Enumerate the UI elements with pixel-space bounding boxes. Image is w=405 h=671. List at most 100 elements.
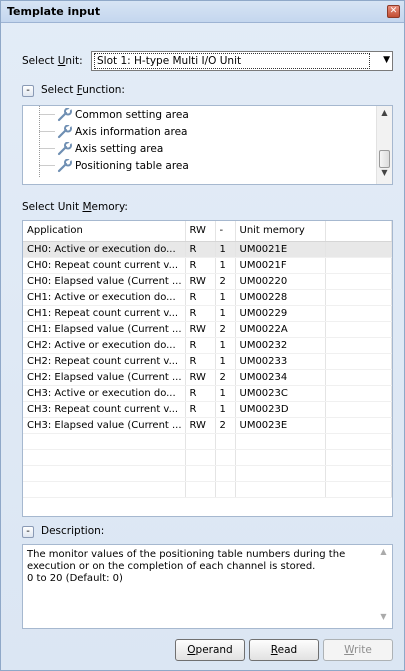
write-rest: rite <box>354 644 372 656</box>
function-tree-scrollbar[interactable]: ▲ ▼ <box>376 106 392 184</box>
cell-size <box>215 433 236 450</box>
cell-unit-memory: UM00233 <box>235 353 326 370</box>
table-row[interactable]: CH0: Repeat count current v... R 1 UM0021F <box>23 257 392 274</box>
tree-item-axis-information-area[interactable]: Axis information area <box>75 124 187 140</box>
column-header-unit-memory[interactable]: Unit memory <box>235 221 326 242</box>
table-header-row: Application RW - Unit memory <box>23 221 392 242</box>
cell-unit-memory <box>235 465 326 482</box>
template-input-dialog: Template input ✕ Select Unit: Slot 1: H-… <box>0 0 405 671</box>
write-button[interactable]: Write <box>323 639 393 661</box>
tree-item-positioning-table-area[interactable]: Positioning table area <box>75 158 189 174</box>
cell-rw: R <box>185 353 216 370</box>
unit-label-suffix: nit: <box>65 55 83 67</box>
cell-filler <box>325 337 392 354</box>
cell-size: 1 <box>215 257 236 274</box>
tree-item-common-setting-area[interactable]: Common setting area <box>75 107 189 123</box>
cell-rw: R <box>185 257 216 274</box>
table-row[interactable]: CH3: Elapsed value (Current ... RW 2 UM0023… <box>23 417 392 434</box>
unit-memory-table[interactable]: Application RW - Unit memory CH0: Active… <box>22 220 393 517</box>
cell-application: CH2: Repeat count current v... <box>23 353 186 370</box>
operand-rest: perand <box>195 644 233 656</box>
operand-key: O <box>187 644 196 656</box>
cell-unit-memory: UM0021F <box>235 257 326 274</box>
table-row[interactable]: CH2: Active or execution do... R 1 UM00232 <box>23 337 392 354</box>
cell-unit-memory: UM00234 <box>235 369 326 386</box>
cell-application <box>23 465 186 482</box>
cell-size: 1 <box>215 385 236 402</box>
scroll-thumb[interactable] <box>379 150 390 168</box>
cell-application: CH2: Active or execution do... <box>23 337 186 354</box>
scroll-down-icon[interactable]: ▼ <box>376 612 391 626</box>
cell-rw: RW <box>185 321 216 338</box>
empty-table-row[interactable] <box>23 481 392 498</box>
cell-rw: RW <box>185 273 216 290</box>
table-row[interactable]: CH1: Elapsed value (Current ... RW 2 UM0022… <box>23 321 392 338</box>
table-row[interactable]: CH0: Active or execution do... R 1 UM0021E <box>23 241 392 258</box>
cell-filler <box>325 369 392 386</box>
scroll-up-icon[interactable]: ▲ <box>376 547 391 561</box>
description-collapse-toggle[interactable]: - <box>22 526 34 538</box>
cell-filler <box>325 321 392 338</box>
function-tree[interactable]: Common setting area Axis information are… <box>22 105 393 185</box>
cell-rw <box>185 481 216 498</box>
cell-unit-memory <box>235 433 326 450</box>
cell-size: 1 <box>215 289 236 306</box>
empty-table-row[interactable] <box>23 449 392 466</box>
cell-rw: R <box>185 305 216 322</box>
cell-filler <box>325 465 392 482</box>
table-row[interactable]: CH3: Active or execution do... R 1 UM0023C <box>23 385 392 402</box>
cell-filler <box>325 385 392 402</box>
cell-application: CH1: Elapsed value (Current ... <box>23 321 186 338</box>
operand-button[interactable]: Operand <box>175 639 245 661</box>
cell-filler <box>325 257 392 274</box>
table-row[interactable]: CH3: Repeat count current v... R 1 UM0023D <box>23 401 392 418</box>
cell-filler <box>325 481 392 498</box>
cell-size: 1 <box>215 241 236 258</box>
column-header-size[interactable]: - <box>215 221 236 242</box>
function-label-prefix: Select <box>41 84 77 96</box>
cell-unit-memory: UM0022A <box>235 321 326 338</box>
column-header-filler <box>325 221 392 242</box>
cell-rw: R <box>185 241 216 258</box>
table-row[interactable]: CH2: Repeat count current v... R 1 UM00233 <box>23 353 392 370</box>
cell-rw: R <box>185 337 216 354</box>
description-scrollbar[interactable]: ▲ ▼ <box>376 545 392 628</box>
close-icon[interactable]: ✕ <box>387 5 400 18</box>
table-row[interactable]: CH0: Elapsed value (Current ... RW 2 UM0022… <box>23 273 392 290</box>
memory-label-suffix: emory: <box>91 201 128 213</box>
table-row[interactable]: CH2: Elapsed value (Current ... RW 2 UM0023… <box>23 369 392 386</box>
description-line: execution or on the completion of each c… <box>27 561 316 572</box>
cell-unit-memory <box>235 449 326 466</box>
empty-table-row[interactable] <box>23 433 392 450</box>
column-header-rw[interactable]: RW <box>185 221 216 242</box>
cell-application <box>23 433 186 450</box>
select-function-label: Select Function: <box>41 84 125 96</box>
chevron-down-icon[interactable]: ▼ <box>383 55 390 65</box>
cell-size: 1 <box>215 305 236 322</box>
cell-application: CH3: Repeat count current v... <box>23 401 186 418</box>
cell-size: 2 <box>215 417 236 434</box>
cell-rw: R <box>185 289 216 306</box>
cell-filler <box>325 353 392 370</box>
empty-table-row[interactable] <box>23 465 392 482</box>
read-button[interactable]: Read <box>249 639 319 661</box>
scroll-down-icon[interactable]: ▼ <box>377 168 392 182</box>
unit-select[interactable]: Slot 1: H-type Multi I/O Unit ▼ <box>91 51 393 71</box>
table-row[interactable]: CH1: Active or execution do... R 1 UM00228 <box>23 289 392 306</box>
cell-rw: RW <box>185 369 216 386</box>
description-text: The monitor values of the positioning ta… <box>27 549 372 585</box>
cell-unit-memory: UM00229 <box>235 305 326 322</box>
description-line: The monitor values of the positioning ta… <box>27 549 346 560</box>
cell-rw <box>185 449 216 466</box>
tree-item-axis-setting-area[interactable]: Axis setting area <box>75 141 163 157</box>
function-collapse-toggle[interactable]: - <box>22 85 34 97</box>
scroll-up-icon[interactable]: ▲ <box>377 108 392 122</box>
function-label-suffix: unction: <box>82 84 125 96</box>
title-bar: Template input ✕ <box>1 1 404 23</box>
cell-rw: R <box>185 385 216 402</box>
unit-label-prefix: Select <box>22 55 58 67</box>
cell-application: CH1: Active or execution do... <box>23 289 186 306</box>
wrench-icon <box>57 141 73 156</box>
table-row[interactable]: CH1: Repeat count current v... R 1 UM00229 <box>23 305 392 322</box>
column-header-application[interactable]: Application <box>23 221 186 242</box>
